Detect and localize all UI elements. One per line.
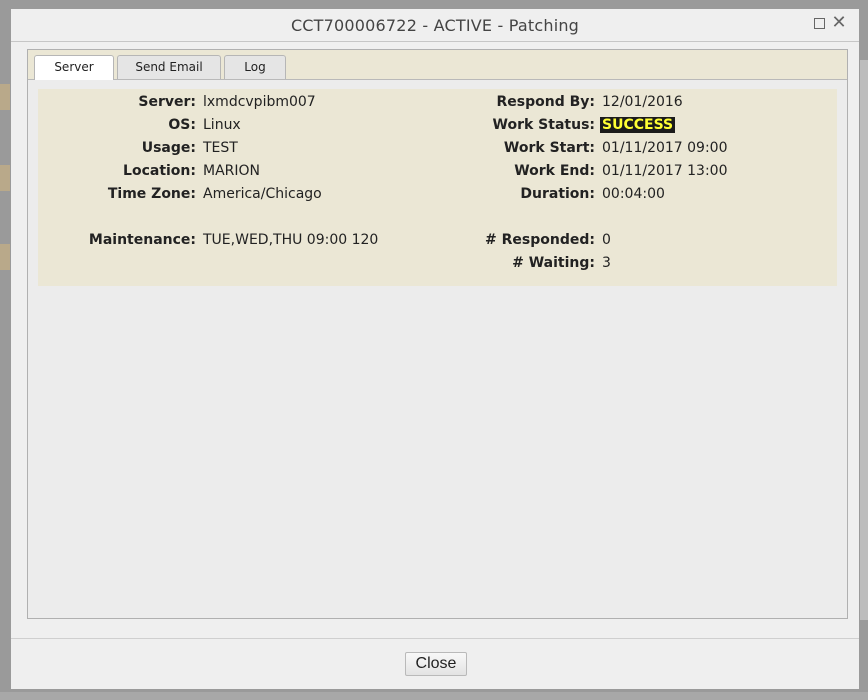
tab-server[interactable]: Server — [34, 55, 114, 80]
work-start-value: 01/11/2017 09:00 — [602, 140, 728, 156]
work-end-value: 01/11/2017 13:00 — [602, 163, 728, 179]
server-details-panel: Server: lxmdcvpibm007 OS: Linux Usage: T… — [38, 89, 837, 286]
maintenance-value: TUE,WED,THU 09:00 120 — [203, 232, 379, 248]
dialog-titlebar[interactable]: CCT700006722 - ACTIVE - Patching ✕ — [11, 9, 859, 42]
usage-value: TEST — [203, 140, 238, 156]
close-button[interactable]: Close — [405, 652, 467, 676]
respond-by-label: Respond By: — [496, 94, 595, 110]
responded-value: 0 — [602, 232, 611, 248]
patching-dialog: CCT700006722 - ACTIVE - Patching ✕ Serve… — [10, 8, 860, 690]
close-icon[interactable]: ✕ — [831, 14, 847, 32]
tab-container: Server Send Email Log Server: lxmdcvpibm… — [27, 49, 848, 619]
server-label: Server: — [138, 94, 196, 110]
location-label: Location: — [123, 163, 196, 179]
responded-label: # Responded: — [485, 232, 595, 248]
tab-send-email[interactable]: Send Email — [117, 55, 221, 79]
work-status-label: Work Status: — [492, 117, 595, 133]
duration-label: Duration: — [520, 186, 595, 202]
time-zone-label: Time Zone: — [107, 186, 196, 202]
server-value: lxmdcvpibm007 — [203, 94, 316, 110]
usage-label: Usage: — [141, 140, 196, 156]
dialog-footer: Close — [11, 638, 859, 689]
background-footer — [0, 692, 868, 700]
status-badge: SUCCESS — [600, 117, 676, 133]
waiting-value: 3 — [602, 255, 611, 271]
maintenance-label: Maintenance: — [88, 232, 196, 248]
work-start-label: Work Start: — [503, 140, 595, 156]
tab-log[interactable]: Log — [224, 55, 286, 79]
waiting-label: # Waiting: — [512, 255, 595, 271]
respond-by-value: 12/01/2016 — [602, 94, 683, 110]
os-label: OS: — [168, 117, 196, 133]
time-zone-value: America/Chicago — [203, 186, 322, 202]
work-end-label: Work End: — [514, 163, 595, 179]
maximize-icon[interactable] — [811, 15, 827, 31]
dialog-title: CCT700006722 - ACTIVE - Patching — [290, 16, 580, 35]
location-value: MARION — [203, 163, 261, 179]
duration-value: 00:04:00 — [602, 186, 665, 202]
os-value: Linux — [203, 117, 241, 133]
tab-bar: Server Send Email Log — [28, 50, 847, 80]
